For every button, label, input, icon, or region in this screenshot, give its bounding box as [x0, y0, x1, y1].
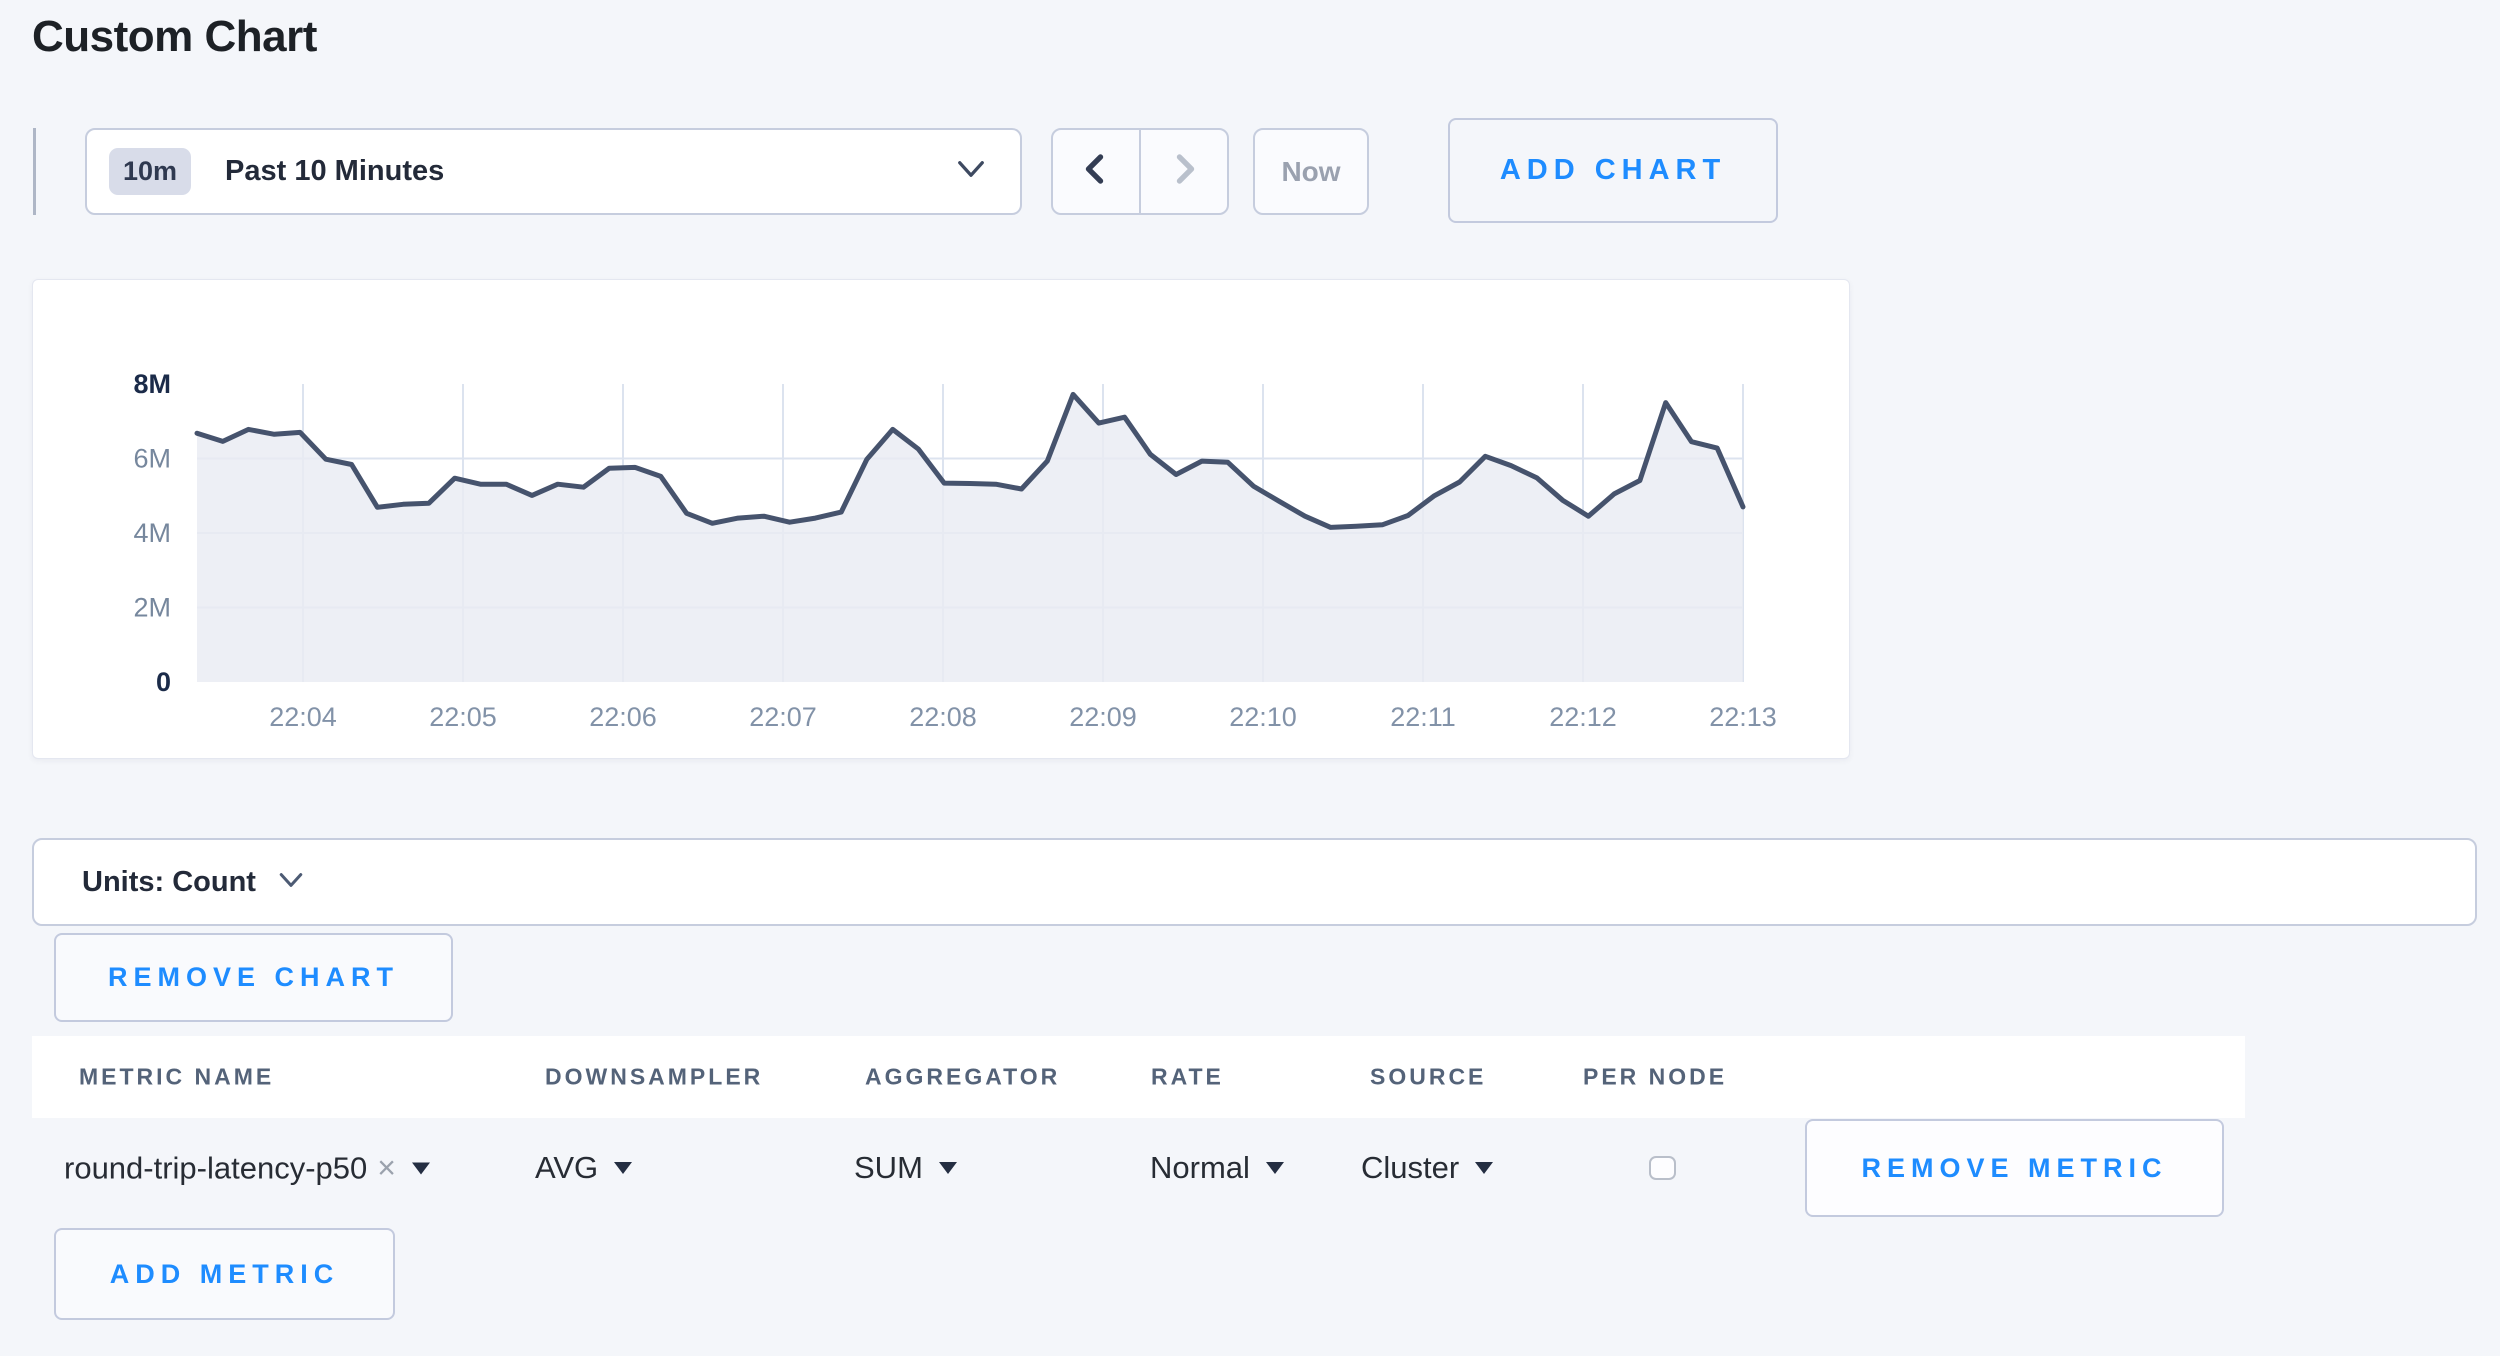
- downsampler-value: AVG: [535, 1150, 598, 1186]
- time-range-badge: 10m: [109, 148, 191, 195]
- time-pager: [1051, 128, 1229, 215]
- chevron-down-icon: [278, 870, 304, 895]
- chevron-right-icon: [1166, 149, 1202, 194]
- source-value: Cluster: [1361, 1150, 1459, 1186]
- next-timeframe-button[interactable]: [1141, 130, 1227, 213]
- per-node-checkbox[interactable]: [1649, 1156, 1676, 1180]
- column-header-source: SOURCE: [1370, 1064, 1486, 1091]
- time-range-label: Past 10 Minutes: [225, 155, 444, 188]
- units-dropdown[interactable]: Units: Count: [32, 838, 2477, 926]
- caret-down-icon: [939, 1162, 957, 1174]
- metric-row: round-trip-latency-p50 × AVG SUM Normal …: [32, 1118, 2245, 1218]
- chevron-down-icon: [956, 157, 986, 186]
- svg-text:22:06: 22:06: [589, 702, 657, 732]
- remove-metric-button[interactable]: REMOVE METRIC: [1805, 1119, 2224, 1217]
- caret-down-icon: [412, 1162, 430, 1174]
- svg-text:22:13: 22:13: [1709, 702, 1777, 732]
- remove-chart-button[interactable]: REMOVE CHART: [54, 933, 453, 1022]
- metrics-table-header: METRIC NAME DOWNSAMPLER AGGREGATOR RATE …: [32, 1036, 2245, 1118]
- timeseries-area-chart: 0 2M 4M 6M 8M 22:04 22:05 22:06 22:07 22:08 22:09 2…: [33, 280, 1851, 760]
- timeseries-chart-card: 0 2M 4M 6M 8M 22:04 22:05 22:06 22:07 22:08 22:09 2…: [32, 279, 1850, 759]
- column-header-rate: RATE: [1151, 1064, 1224, 1091]
- add-chart-button[interactable]: ADD CHART: [1448, 118, 1778, 223]
- add-metric-button[interactable]: ADD METRIC: [54, 1228, 395, 1320]
- caret-down-icon: [1475, 1162, 1493, 1174]
- svg-text:2M: 2M: [133, 593, 171, 623]
- svg-text:22:05: 22:05: [429, 702, 497, 732]
- svg-text:22:08: 22:08: [909, 702, 977, 732]
- prev-timeframe-button[interactable]: [1053, 130, 1141, 213]
- aggregator-select[interactable]: SUM: [854, 1150, 957, 1186]
- column-header-metric-name: METRIC NAME: [79, 1064, 274, 1091]
- svg-text:22:10: 22:10: [1229, 702, 1297, 732]
- svg-text:22:11: 22:11: [1390, 702, 1456, 732]
- column-header-per-node: PER NODE: [1583, 1064, 1727, 1091]
- column-header-aggregator: AGGREGATOR: [865, 1064, 1060, 1091]
- clear-metric-icon[interactable]: ×: [377, 1150, 396, 1187]
- metric-name-value: round-trip-latency-p50: [64, 1150, 367, 1186]
- chevron-left-icon: [1078, 149, 1114, 194]
- column-header-downsampler: DOWNSAMPLER: [545, 1064, 763, 1091]
- downsampler-select[interactable]: AVG: [535, 1150, 632, 1186]
- source-select[interactable]: Cluster: [1361, 1150, 1493, 1186]
- svg-text:22:04: 22:04: [269, 702, 337, 732]
- svg-text:6M: 6M: [133, 444, 171, 474]
- custom-chart-page: Custom Chart 10m Past 10 Minutes Now ADD…: [0, 0, 2500, 1356]
- time-range-dropdown[interactable]: 10m Past 10 Minutes: [85, 128, 1022, 215]
- units-label: Units: Count: [82, 866, 256, 899]
- svg-text:22:07: 22:07: [749, 702, 817, 732]
- caret-down-icon: [1266, 1162, 1284, 1174]
- rate-value: Normal: [1150, 1150, 1250, 1186]
- aggregator-value: SUM: [854, 1150, 923, 1186]
- page-title: Custom Chart: [32, 12, 317, 62]
- svg-text:22:09: 22:09: [1069, 702, 1137, 732]
- svg-text:8M: 8M: [133, 369, 171, 399]
- metric-name-select[interactable]: round-trip-latency-p50 ×: [64, 1150, 430, 1187]
- rate-select[interactable]: Normal: [1150, 1150, 1284, 1186]
- svg-text:22:12: 22:12: [1549, 702, 1617, 732]
- svg-text:0: 0: [156, 667, 171, 697]
- caret-down-icon: [614, 1162, 632, 1174]
- now-button[interactable]: Now: [1253, 128, 1369, 215]
- svg-text:4M: 4M: [133, 518, 171, 548]
- toolbar-accent-divider: [33, 128, 36, 215]
